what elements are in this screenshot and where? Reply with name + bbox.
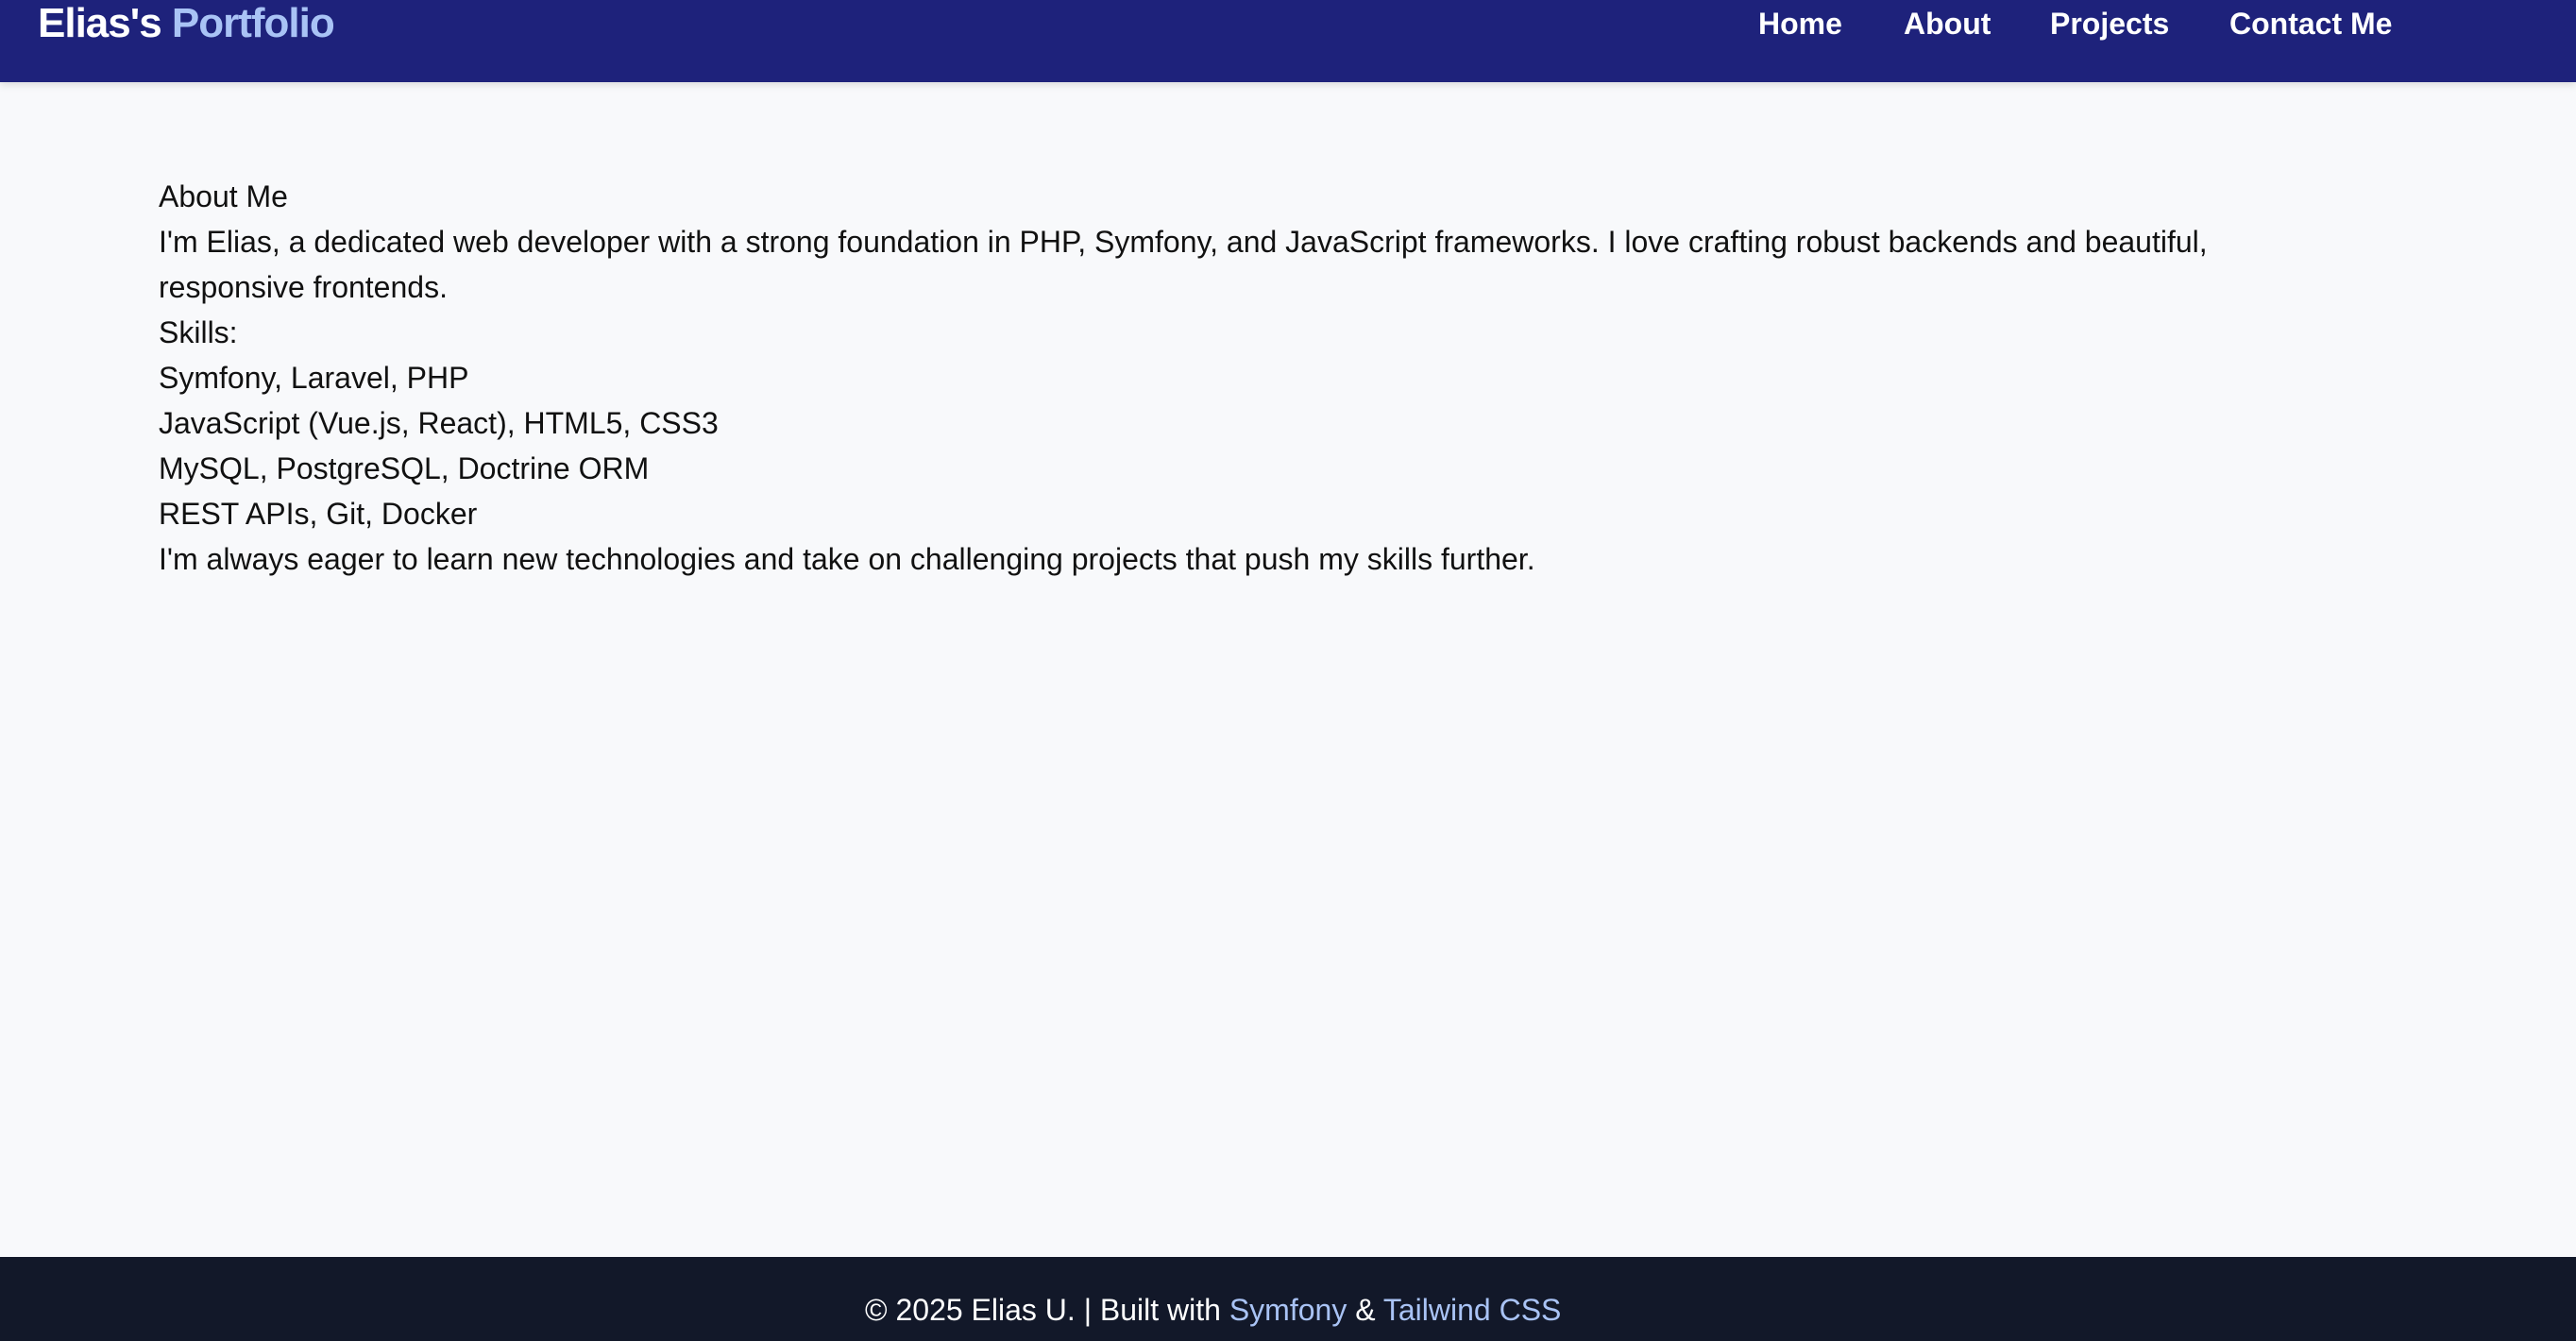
about-intro: I'm Elias, a dedicated web developer wit… [159, 225, 2208, 304]
navbar: Elias's Portfolio Home About Projects Co… [0, 0, 2576, 82]
about-section: About Me I'm Elias, a dedicated web deve… [159, 174, 2425, 582]
brand-name: Elias's [38, 0, 162, 46]
nav-link-home[interactable]: Home [1758, 0, 1842, 47]
about-heading: About Me [159, 179, 288, 213]
footer-symfony-link[interactable]: Symfony [1229, 1293, 1347, 1327]
skill-item: MySQL, PostgreSQL, Doctrine ORM [159, 451, 650, 485]
footer: © 2025 Elias U. | Built with Symfony & T… [0, 1257, 2576, 1341]
nav-link-about[interactable]: About [1904, 0, 1991, 47]
site-brand[interactable]: Elias's Portfolio [38, 0, 335, 47]
skill-item: JavaScript (Vue.js, React), HTML5, CSS3 [159, 406, 719, 440]
skills-label: Skills: [159, 315, 238, 349]
skills-list: Symfony, Laravel, PHP JavaScript (Vue.js… [159, 355, 2425, 536]
skill-item: Symfony, Laravel, PHP [159, 361, 469, 395]
footer-credits: © 2025 Elias U. | Built with Symfony & T… [865, 1291, 1561, 1329]
about-closing: I'm always eager to learn new technologi… [159, 542, 1535, 576]
nav-link-projects[interactable]: Projects [2050, 0, 2169, 47]
footer-ampersand: & [1355, 1293, 1376, 1327]
footer-copyright: © 2025 Elias U. | Built with [865, 1293, 1221, 1327]
footer-tailwind-link[interactable]: Tailwind CSS [1383, 1293, 1562, 1327]
skill-item: REST APIs, Git, Docker [159, 497, 478, 531]
nav-link-contact[interactable]: Contact Me [2229, 0, 2392, 47]
brand-accent: Portfolio [171, 0, 335, 46]
